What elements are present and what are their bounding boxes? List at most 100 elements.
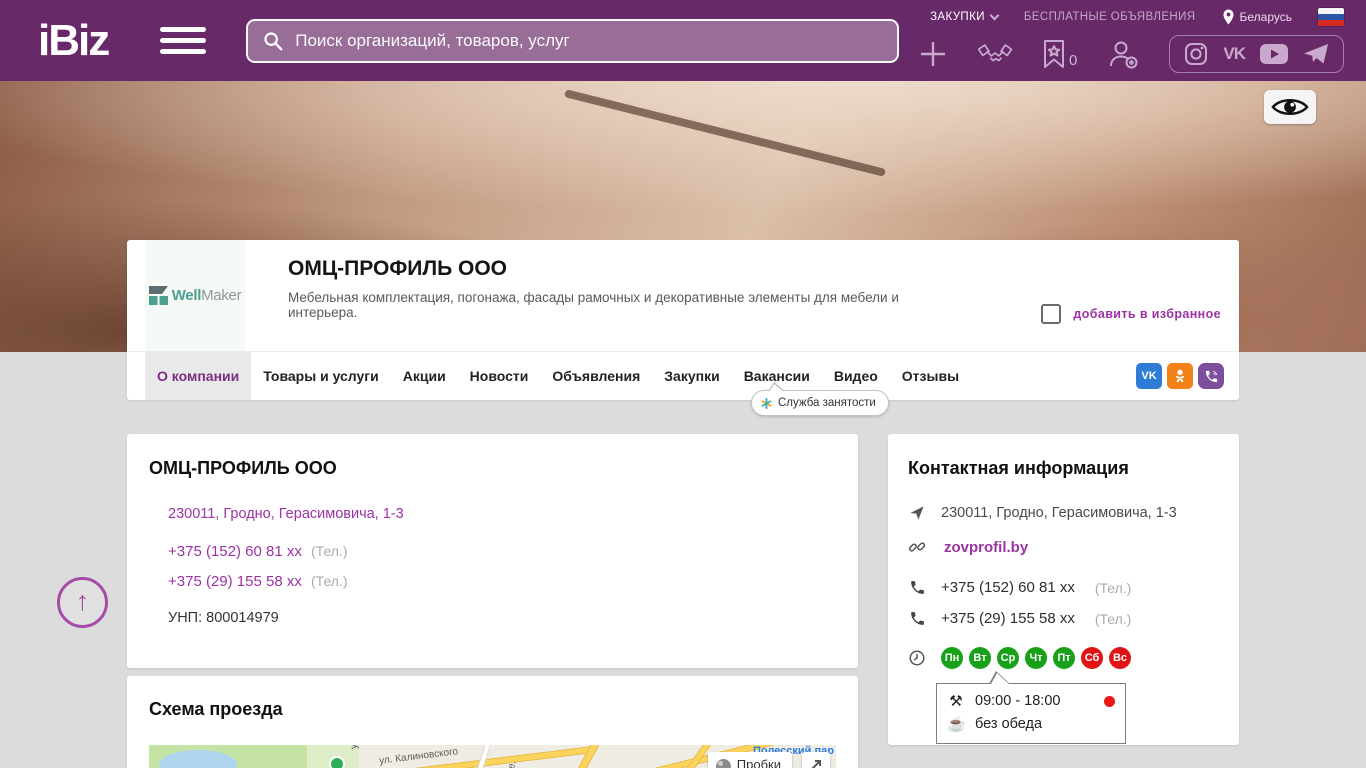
company-name: ОМЦ-ПРОФИЛЬ ООО (288, 257, 508, 280)
about-card: ОМЦ-ПРОФИЛЬ ООО 230011, Гродно, Герасимо… (127, 434, 858, 668)
phone-icon (910, 612, 924, 625)
viber-button[interactable] (1198, 363, 1224, 389)
scroll-top-button[interactable]: ↑ (57, 577, 108, 628)
ibiz-logo[interactable]: iBiz (38, 18, 110, 63)
tab-about-company[interactable]: О компании (145, 352, 252, 400)
work-tools-icon: ⚒ (949, 693, 963, 710)
phone-type-label: (Тел.) (311, 573, 348, 589)
odnoklassniki-share-button[interactable] (1167, 363, 1193, 389)
map-expand-button[interactable] (802, 752, 830, 768)
clock-icon (909, 650, 925, 666)
about-phone-2[interactable]: +375 (29) 155 58 xx (168, 573, 302, 590)
header-social-links: VK (1169, 35, 1344, 73)
viber-phone-icon (1205, 370, 1217, 382)
language-flag-russian[interactable] (1318, 8, 1344, 26)
tab-promotions[interactable]: Акции (391, 352, 458, 400)
youtube-icon[interactable] (1260, 44, 1288, 64)
search-icon (264, 31, 283, 50)
day-badge-sat[interactable]: Сб (1081, 647, 1103, 669)
page: iBiz ЗАКУПКИ БЕСПЛАТНЫЕ ОБЪЯВЛЕНИЯ Белар… (0, 0, 1366, 768)
tab-news[interactable]: Новости (458, 352, 541, 400)
street-label: ул. Калиновского (378, 746, 459, 767)
map-title: Схема проезда (149, 699, 283, 719)
lunch-coffee-icon: ☕ (947, 716, 966, 733)
schedule-tooltip: ⚒ 09:00 - 18:00 ☕ без обеда (936, 671, 1126, 744)
traffic-button[interactable]: Пробки (707, 752, 792, 768)
day-badge-fri[interactable]: Пт (1053, 647, 1075, 669)
contact-phone-2[interactable]: +375 (29) 155 58 xx (941, 610, 1075, 627)
vk-icon[interactable]: VK (1223, 44, 1246, 64)
phone-type-label: (Тел.) (1094, 610, 1132, 627)
map-canvas[interactable]: ул. ул. Калиновского Дзе. Полесский пар … (149, 745, 836, 768)
vk-share-button[interactable]: VK (1136, 363, 1162, 389)
favorite-checkbox[interactable] (1041, 304, 1062, 324)
open-status-indicator (1104, 695, 1115, 707)
contact-card: Контактная информация 230011, Гродно, Ге… (888, 434, 1239, 745)
work-hours: 09:00 - 18:00 (975, 693, 1061, 709)
website-link[interactable]: zovprofil.by (944, 539, 1028, 556)
employment-service-icon (761, 397, 772, 409)
tab-announcements[interactable]: Объявления (540, 352, 652, 400)
contact-title: Контактная информация (908, 458, 1129, 478)
favorite-label[interactable]: добавить в избранное (1073, 307, 1221, 321)
telegram-icon[interactable] (1303, 42, 1329, 66)
contact-address: 230011, Гродно, Герасимовича, 1-3 (941, 505, 1177, 521)
day-badge-mon[interactable]: Пн (941, 647, 963, 669)
schedule-days: Пн Вт Ср Чт Пт Сб Вс (941, 647, 1131, 669)
header-right: ЗАКУПКИ БЕСПЛАТНЫЕ ОБЪЯВЛЕНИЯ Беларусь 0… (918, 8, 1366, 73)
accessibility-eye-button[interactable] (1264, 90, 1316, 124)
add-button[interactable] (918, 39, 948, 69)
traffic-light-icon (715, 759, 731, 768)
day-badge-tue[interactable]: Вт (969, 647, 991, 669)
plus-icon (921, 42, 946, 66)
vacancies-tooltip: Служба занятости (751, 382, 889, 416)
free-ads-link[interactable]: БЕСПЛАТНЫЕ ОБЪЯВЛЕНИЯ (1024, 11, 1196, 23)
lunch-label: без обеда (975, 716, 1043, 732)
day-badge-thu[interactable]: Чт (1025, 647, 1047, 669)
bookmark-star-icon (1044, 40, 1065, 68)
company-logo: WellMaker (145, 240, 245, 351)
street-label: ул. (349, 745, 360, 749)
day-badge-sun[interactable]: Вс (1109, 647, 1131, 669)
search-input[interactable] (295, 30, 884, 51)
favorites-button[interactable]: 0 (1042, 39, 1077, 69)
tab-products-services[interactable]: Товары и услуги (251, 352, 390, 400)
contact-phone-1[interactable]: +375 (152) 60 81 xx (941, 579, 1075, 596)
hamburger-menu-icon[interactable] (160, 21, 207, 60)
about-phone-1[interactable]: +375 (152) 60 81 xx (168, 543, 302, 560)
map-card: Схема проезда ул. ул. Калиновского Дзе. … (127, 676, 858, 768)
company-card: WellMaker ОМЦ-ПРОФИЛЬ ООО Мебельная комп… (127, 240, 1239, 416)
up-arrow-icon: ↑ (75, 586, 90, 616)
phone-icon (910, 581, 924, 594)
tab-purchases[interactable]: Закупки (652, 352, 731, 400)
instagram-icon[interactable] (1184, 42, 1208, 66)
unp-label: УНП: 800014979 (168, 610, 279, 626)
add-user-icon (1110, 41, 1138, 69)
expand-arrow-icon (811, 760, 821, 768)
search-bar[interactable] (246, 18, 900, 63)
day-badge-wed[interactable]: Ср (997, 647, 1019, 669)
phone-type-label: (Тел.) (1094, 579, 1132, 596)
wellmaker-logo-icon (148, 286, 168, 305)
country-label: Беларусь (1239, 10, 1292, 24)
phone-type-label: (Тел.) (311, 543, 348, 559)
eye-icon (1271, 99, 1309, 115)
company-description: Мебельная комплектация, погонажа, фасады… (288, 290, 899, 320)
header: iBiz ЗАКУПКИ БЕСПЛАТНЫЕ ОБЪЯВЛЕНИЯ Белар… (0, 0, 1366, 81)
location-pin-icon (1222, 9, 1234, 25)
partnership-button[interactable] (978, 39, 1013, 69)
sign-in-button[interactable] (1107, 39, 1139, 69)
handshake-icon (978, 44, 1013, 62)
chevron-down-icon (989, 10, 1000, 20)
wellmaker-logo-text: WellMaker (171, 287, 242, 304)
about-address-link[interactable]: 230011, Гродно, Герасимовича, 1-3 (168, 506, 858, 522)
purchases-link[interactable]: ЗАКУПКИ (930, 10, 1000, 23)
ok-icon (1175, 369, 1185, 382)
vacancies-tooltip-label: Служба занятости (778, 397, 876, 409)
country-selector[interactable]: Беларусь (1222, 9, 1292, 25)
tab-reviews[interactable]: Отзывы (890, 352, 971, 400)
pen-decoration (563, 89, 887, 177)
about-title: ОМЦ-ПРОФИЛЬ ООО (149, 458, 337, 478)
navigation-arrow-icon (910, 506, 924, 520)
link-icon (908, 542, 926, 552)
